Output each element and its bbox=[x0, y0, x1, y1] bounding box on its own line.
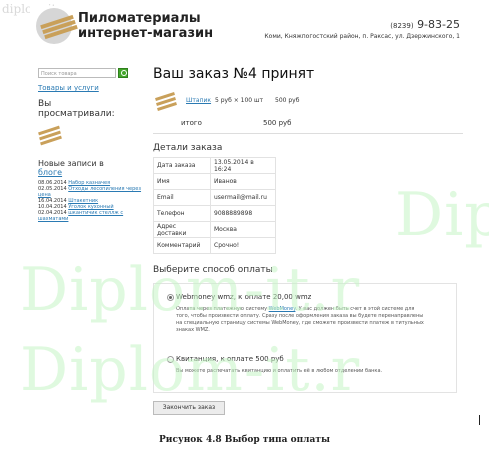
details-key: Email bbox=[153, 189, 211, 206]
figure-caption: Рисунок 4.8 Выбор типа оплаты bbox=[159, 435, 330, 445]
sidebar: Поиск товара Товары и услуги Вы просматр… bbox=[38, 68, 141, 222]
details-value: Иванов bbox=[210, 173, 276, 190]
item-thumbnail[interactable] bbox=[155, 91, 177, 112]
watermark-big: Diplom-it.r bbox=[20, 335, 361, 405]
logo-title: Пиломатериалы bbox=[78, 11, 201, 26]
order-item-row: Штапик 5 руб × 100 шт 500 руб bbox=[153, 91, 463, 112]
search-row: Поиск товара bbox=[38, 68, 130, 79]
details-value: Москва bbox=[210, 221, 276, 238]
item-price: 500 руб bbox=[275, 97, 300, 104]
blog-entry-link[interactable]: шкантичик стеллж с bbox=[68, 210, 123, 216]
details-key: Адрес доставки bbox=[153, 221, 211, 238]
order-title: Ваш заказ №4 принят bbox=[153, 66, 315, 82]
table-row: Телефон 9088889898 bbox=[153, 205, 276, 222]
search-button[interactable] bbox=[118, 68, 128, 78]
phone-code: (8239) bbox=[390, 22, 414, 30]
details-table: Дата заказа 13.05.2014 в 16:24 Имя Иванов … bbox=[153, 157, 276, 254]
total-value: 500 руб bbox=[263, 119, 292, 127]
address: Коми, Княжпогостский район, п. Раксас, у… bbox=[264, 33, 460, 40]
blog-heading: Новые записи в блоге bbox=[38, 159, 130, 177]
planks-icon bbox=[40, 14, 78, 40]
details-title: Детали заказа bbox=[153, 143, 223, 153]
blog-link[interactable]: блоге bbox=[38, 168, 62, 177]
details-key: Дата заказа bbox=[153, 157, 211, 174]
details-value: 13.05.2014 в 16:24 bbox=[210, 157, 276, 174]
table-row: Дата заказа 13.05.2014 в 16:24 bbox=[153, 157, 276, 174]
blog-heading-text: Новые записи в bbox=[38, 159, 104, 168]
search-input[interactable]: Поиск товара bbox=[38, 68, 116, 78]
watermark-big: Diplom-it.r bbox=[395, 180, 489, 250]
list-item: шахматами bbox=[38, 216, 130, 222]
text-cursor bbox=[479, 415, 480, 425]
details-value: usermail@mail.ru bbox=[210, 189, 276, 206]
item-name-link[interactable]: Штапик bbox=[186, 97, 211, 104]
details-key: Комментарий bbox=[153, 237, 211, 254]
blog-entry-link[interactable]: Отходы лесопиления через bbox=[68, 186, 141, 192]
blog-list: 08.06.2014 Набор казначея 02.05.2014 Отх… bbox=[38, 180, 141, 222]
viewed-title: Вы просматривали: bbox=[38, 99, 115, 119]
table-row: Адрес доставки Москва bbox=[153, 221, 276, 238]
details-key: Имя bbox=[153, 173, 211, 190]
details-value: Срочно! bbox=[210, 237, 276, 254]
search-icon bbox=[121, 70, 127, 76]
total-row: итого 500 руб bbox=[153, 119, 463, 134]
total-label: итого bbox=[181, 119, 202, 127]
phone-number: 9-83-25 bbox=[417, 18, 460, 31]
watermark-big: Diplom-it.r bbox=[20, 255, 361, 325]
list-item: 02.05.2014 Отходы лесопиления через bbox=[38, 186, 141, 192]
blog-entry-link[interactable]: шахматами bbox=[38, 216, 68, 222]
details-key: Телефон bbox=[153, 205, 211, 222]
viewed-item-thumbnail[interactable] bbox=[38, 125, 62, 146]
table-row: Комментарий Срочно! bbox=[153, 237, 276, 254]
phone: (8239) 9-83-25 bbox=[390, 18, 460, 31]
details-value: 9088889898 bbox=[210, 205, 276, 222]
table-row: Email usermail@mail.ru bbox=[153, 189, 276, 206]
table-row: Имя Иванов bbox=[153, 173, 276, 190]
item-quantity: 5 руб × 100 шт bbox=[215, 97, 263, 104]
goods-link[interactable]: Товары и услуги bbox=[38, 84, 130, 92]
logo-subtitle: интернет-магазин bbox=[78, 26, 214, 41]
